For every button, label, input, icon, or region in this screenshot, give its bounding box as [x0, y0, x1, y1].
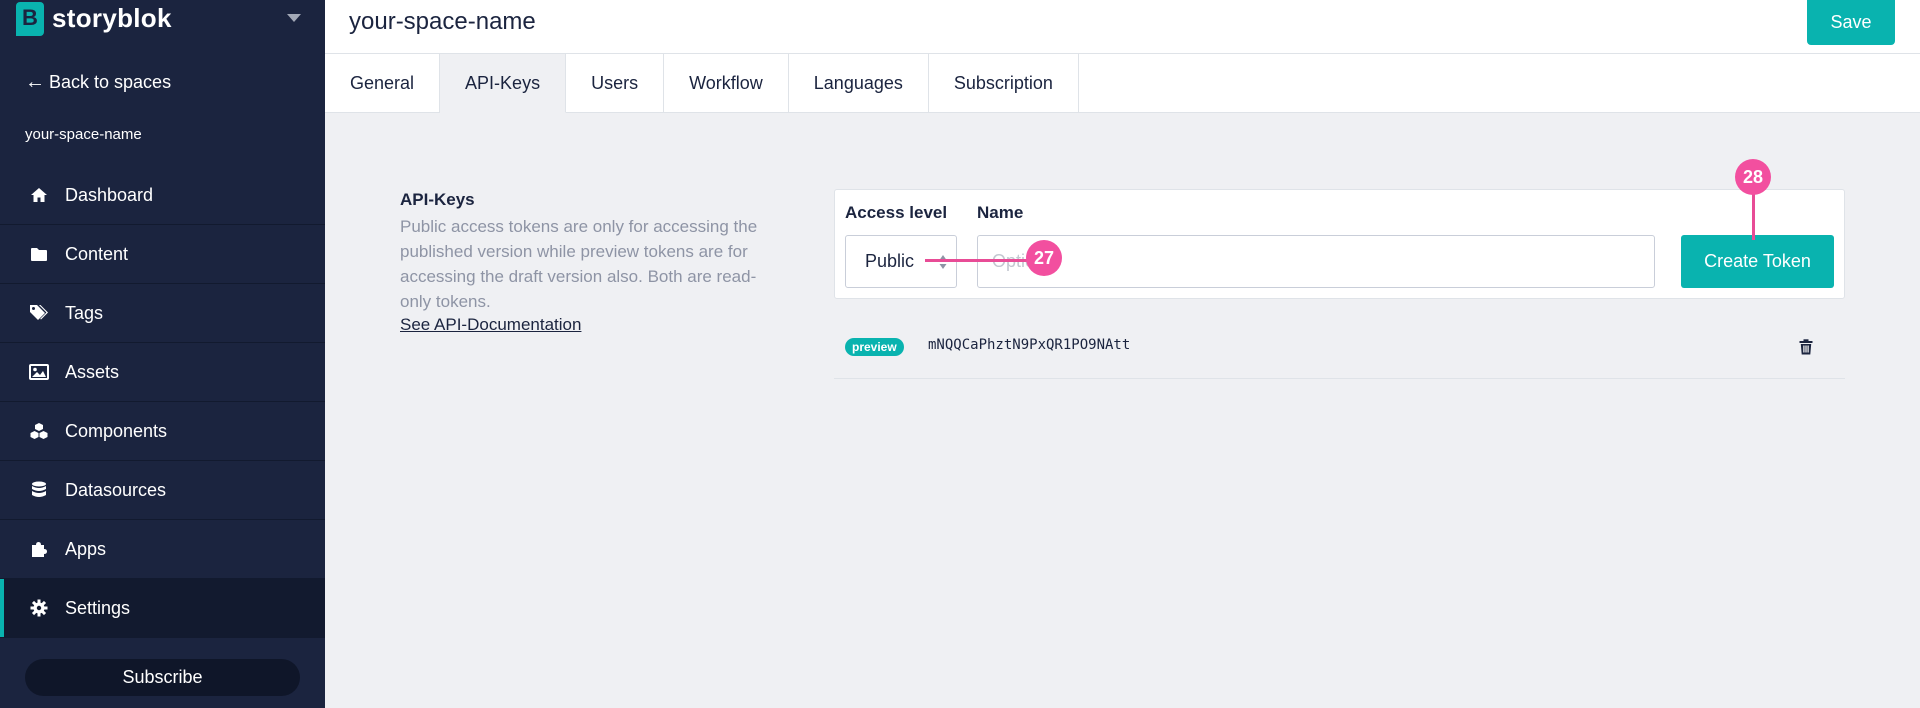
- tab-api-keys[interactable]: API-Keys: [440, 54, 567, 113]
- subscribe-button[interactable]: Subscribe: [25, 659, 300, 696]
- access-level-value: Public: [865, 251, 915, 271]
- gear-icon: [29, 598, 49, 618]
- trash-icon[interactable]: [1795, 336, 1817, 358]
- space-name-label: your-space-name: [25, 126, 142, 143]
- tab-general[interactable]: General: [325, 54, 441, 113]
- sidebar-item-label: Settings: [65, 597, 131, 618]
- sidebar: storyblok ← Back to spaces your-space-na…: [0, 0, 325, 708]
- sidebar-item-settings[interactable]: Settings: [0, 579, 325, 638]
- token-value: mNQQCaPhztN9PxQR1PO9NAtt: [928, 337, 1131, 353]
- top-bar: your-space-name Save: [325, 0, 1920, 54]
- image-icon: [29, 362, 49, 382]
- sidebar-item-label: Content: [65, 243, 129, 264]
- save-button[interactable]: Save: [1807, 0, 1895, 45]
- home-icon: [29, 185, 49, 205]
- sidebar-item-components[interactable]: Components: [0, 402, 325, 461]
- access-level-label: Access level: [845, 203, 948, 222]
- tab-subscription[interactable]: Subscription: [929, 54, 1079, 113]
- tab-users[interactable]: Users: [566, 54, 665, 113]
- sidebar-item-content[interactable]: Content: [0, 225, 325, 284]
- sidebar-item-label: Tags: [65, 302, 104, 323]
- callout-27: 27: [1026, 240, 1062, 276]
- storyblok-logo-icon: [16, 2, 44, 36]
- tab-languages[interactable]: Languages: [789, 54, 929, 113]
- name-label: Name: [977, 203, 1024, 222]
- brand[interactable]: storyblok: [16, 0, 172, 40]
- create-token-button[interactable]: Create Token: [1681, 235, 1834, 288]
- token-row: preview mNQQCaPhztN9PxQR1PO9NAtt: [834, 319, 1845, 379]
- callout-27-connector: [925, 259, 1037, 262]
- database-icon: [29, 480, 49, 500]
- token-type-badge: preview: [845, 338, 904, 356]
- sidebar-item-dashboard[interactable]: Dashboard: [0, 166, 325, 225]
- arrow-left-icon: ←: [25, 71, 45, 93]
- sidebar-item-apps[interactable]: Apps: [0, 520, 325, 579]
- sidebar-item-label: Datasources: [65, 479, 167, 500]
- callout-28-connector: [1752, 190, 1755, 240]
- token-name-input[interactable]: [977, 235, 1655, 288]
- sidebar-item-assets[interactable]: Assets: [0, 343, 325, 402]
- chevron-down-icon[interactable]: [287, 14, 301, 22]
- cubes-icon: [29, 421, 49, 441]
- sidebar-item-label: Assets: [65, 361, 120, 382]
- settings-tabs: General API-Keys Users Workflow Language…: [325, 54, 1920, 113]
- brand-name: storyblok: [52, 2, 172, 33]
- api-keys-heading: API-Keys: [400, 190, 475, 209]
- folder-icon: [29, 244, 49, 264]
- sidebar-item-datasources[interactable]: Datasources: [0, 461, 325, 520]
- sidebar-item-label: Dashboard: [65, 184, 154, 205]
- page-title: your-space-name: [349, 8, 536, 35]
- sidebar-nav: Dashboard Content Tags Assets Components: [0, 166, 325, 638]
- sidebar-item-tags[interactable]: Tags: [0, 284, 325, 343]
- tab-workflow[interactable]: Workflow: [664, 54, 789, 113]
- sidebar-item-label: Apps: [65, 538, 107, 559]
- back-to-spaces-label: Back to spaces: [49, 72, 172, 92]
- tags-icon: [29, 303, 49, 323]
- select-arrows-icon: [939, 255, 947, 269]
- back-to-spaces-link[interactable]: ← Back to spaces: [25, 71, 171, 94]
- puzzle-icon: [29, 539, 49, 559]
- callout-28: 28: [1735, 159, 1771, 195]
- sidebar-item-label: Components: [65, 420, 168, 441]
- api-keys-description: Public access tokens are only for access…: [400, 217, 758, 311]
- api-documentation-link[interactable]: See API-Documentation: [400, 315, 581, 335]
